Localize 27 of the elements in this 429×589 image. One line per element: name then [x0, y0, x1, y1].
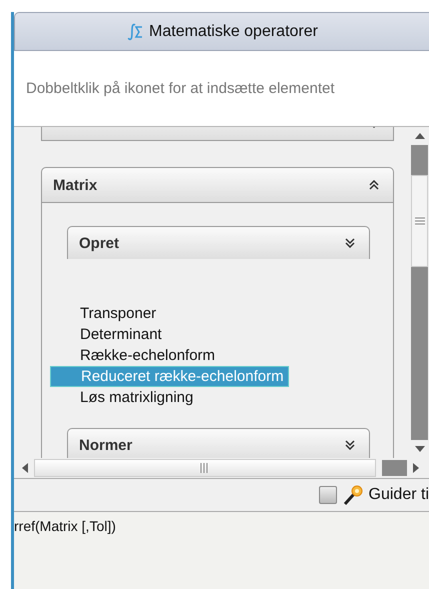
hint-text: Dobbeltklik på ikonet for at indsætte elementet: [26, 80, 335, 97]
operator-item[interactable]: Række-echelonform: [50, 346, 220, 365]
integral-sum-icon: [126, 22, 144, 40]
expand-icon: [345, 238, 355, 248]
section-header[interactable]: Matrix: [41, 167, 394, 203]
horizontal-scrollbar[interactable]: [14, 458, 429, 479]
grip-icon: [414, 217, 424, 225]
collapse-icon: [369, 180, 379, 190]
magic-wand-icon[interactable]: [342, 484, 364, 506]
scroll-up-icon[interactable]: [414, 133, 424, 139]
wizard-label[interactable]: Guider ti: [368, 486, 429, 504]
operator-item[interactable]: Transponer: [50, 304, 160, 323]
scroll-down-icon[interactable]: [414, 446, 424, 452]
scroll-left-icon[interactable]: [22, 463, 28, 473]
operator-item[interactable]: Determinant: [50, 325, 166, 344]
subsection-header[interactable]: Opret: [67, 226, 370, 259]
scroll-thumb[interactable]: [34, 459, 376, 477]
expand-icon: [345, 440, 355, 450]
checkbox[interactable]: [318, 486, 337, 504]
scroll-right-icon[interactable]: [413, 463, 419, 473]
syntax-text: rref(Matrix [,Tol]): [14, 518, 116, 534]
panel-title: Matematiske operatorer: [149, 22, 318, 40]
scroll-thumb[interactable]: [411, 175, 428, 267]
grip-icon: [200, 463, 210, 473]
subsection-header[interactable]: Normer: [67, 428, 370, 458]
operator-item[interactable]: Løs matrixligning: [50, 388, 198, 407]
scroll-track[interactable]: [382, 460, 407, 476]
